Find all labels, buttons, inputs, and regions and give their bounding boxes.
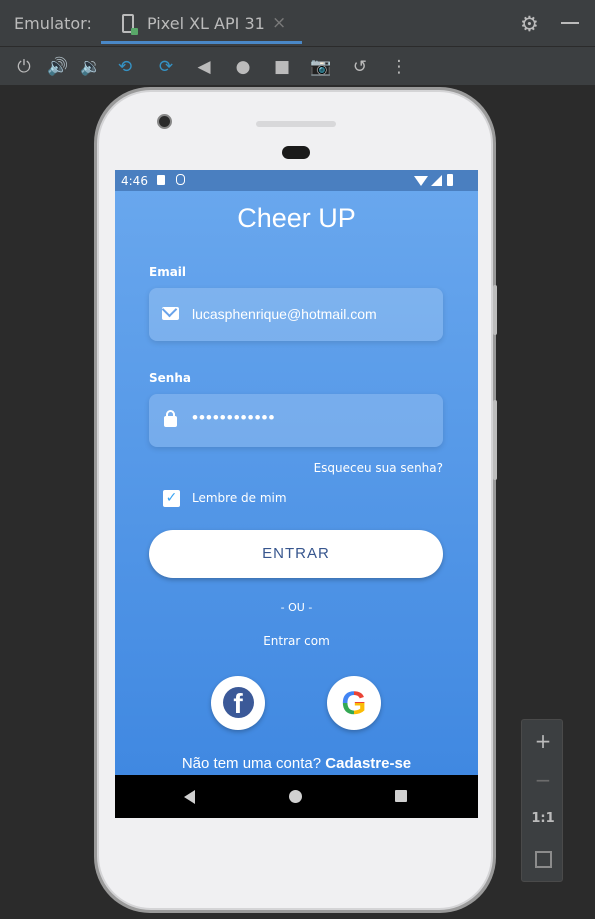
lock-icon (164, 410, 177, 427)
enter-with-label: Entrar com (263, 634, 330, 648)
overview-icon[interactable]: ■ (271, 56, 293, 78)
nav-recents-icon[interactable] (395, 790, 407, 802)
device-screen: 4:46 Cheer UP Email lucasphenrique@hotma… (115, 170, 478, 818)
or-divider: - OU - (280, 601, 313, 614)
password-value: •••••••••••• (192, 408, 276, 427)
zoom-in-button[interactable]: + (522, 726, 564, 756)
facebook-icon: f (222, 687, 254, 719)
earpiece-speaker (282, 146, 310, 159)
phone-power-button (493, 285, 497, 335)
google-icon: G (341, 685, 367, 721)
forgot-password-link[interactable]: Esqueceu sua senha? (314, 461, 443, 475)
app-title: Cheer UP (237, 203, 356, 233)
password-label: Senha (149, 371, 191, 385)
email-field[interactable]: lucasphenrique@hotmail.com (149, 288, 443, 341)
password-field[interactable]: •••••••••••• (149, 394, 443, 447)
phone-sensor (256, 121, 336, 127)
android-nav-bar (115, 775, 478, 818)
volume-up-icon[interactable]: 🔊 (47, 56, 69, 78)
tab-device-title[interactable]: Pixel XL API 31 (147, 14, 265, 33)
signal-icon (431, 175, 442, 186)
email-value: lucasphenrique@hotmail.com (192, 306, 377, 322)
minimize-icon[interactable] (561, 22, 579, 24)
wifi-icon (414, 176, 428, 186)
emulator-titlebar: Emulator: Pixel XL API 31 × ⚙ (0, 0, 595, 47)
email-icon (162, 307, 179, 320)
zoom-panel: + − 1:1 (521, 719, 563, 882)
facebook-login-button[interactable]: f (211, 676, 265, 730)
zoom-out-button[interactable]: − (522, 765, 564, 795)
nav-home-icon[interactable] (289, 790, 302, 803)
signup-prefix: Não tem uma conta? (181, 755, 326, 772)
enter-button[interactable]: ENTRAR (149, 530, 443, 578)
google-login-button[interactable]: G (327, 676, 381, 730)
sd-card-icon (157, 175, 165, 185)
battery-icon (447, 174, 453, 186)
snapshot-icon[interactable]: ↺ (349, 56, 371, 78)
fit-screen-button[interactable] (522, 843, 564, 873)
rotate-left-icon[interactable]: ⟲ (114, 56, 136, 78)
email-label: Email (149, 265, 187, 279)
gear-icon[interactable]: ⚙ (520, 12, 539, 36)
remember-me-label[interactable]: Lembre de mim (192, 491, 287, 505)
fit-screen-icon (534, 851, 552, 868)
tab-close-icon[interactable]: × (272, 13, 286, 33)
volume-down-icon[interactable]: 🔉 (80, 56, 102, 78)
status-time: 4:46 (121, 174, 148, 188)
device-phone-icon (122, 14, 138, 35)
home-icon[interactable]: ● (232, 56, 254, 78)
signup-prompt: Não tem uma conta? Cadastre-se (115, 755, 478, 772)
database-icon (176, 174, 185, 185)
front-camera (157, 114, 172, 129)
more-icon[interactable]: ⋮ (388, 56, 410, 78)
emulator-toolbar: ⏻ 🔊 🔉 ⟲ ⟳ ◀ ● ■ 📷 ↺ ⋮ (0, 47, 595, 85)
tab-active-indicator (101, 41, 302, 44)
actual-size-button[interactable]: 1:1 (522, 804, 564, 834)
back-icon[interactable]: ◀ (193, 56, 215, 78)
power-icon[interactable]: ⏻ (13, 56, 35, 78)
status-bar: 4:46 (115, 170, 478, 191)
phone-volume-button (493, 400, 497, 480)
nav-back-icon[interactable] (184, 790, 195, 804)
screenshot-icon[interactable]: 📷 (310, 56, 332, 78)
emulator-label: Emulator: (14, 14, 92, 33)
remember-me-checkbox[interactable]: ✓ (163, 490, 180, 507)
signup-link[interactable]: Cadastre-se (325, 755, 411, 772)
rotate-right-icon[interactable]: ⟳ (155, 56, 177, 78)
